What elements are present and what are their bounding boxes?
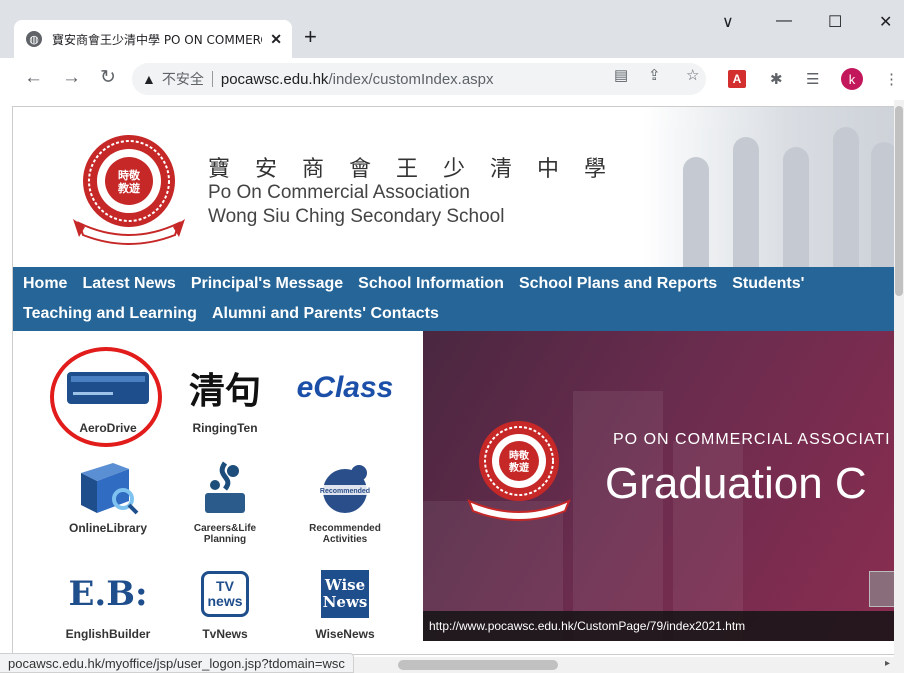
- nav-alumni-parents-contacts[interactable]: Alumni and Parents' Contacts: [212, 305, 439, 323]
- highlight-circle: [50, 347, 162, 447]
- quick-links-grid: AeroDrive 清句 RingingTen eClass OnlineLib…: [13, 331, 423, 654]
- app-label: Careers&Life Planning: [193, 523, 257, 545]
- extensions-puzzle-icon[interactable]: ✱: [770, 70, 783, 88]
- app-eclass[interactable]: eClass: [285, 357, 405, 457]
- graduation-banner[interactable]: 時敬 教遊 PO ON COMMERCIAL ASSOCIATI Graduat…: [423, 331, 894, 641]
- school-name-english-line2: Wong Siu Ching Secondary School: [208, 206, 505, 227]
- recommended-activities-icon: Recommended: [295, 457, 395, 519]
- nav-home[interactable]: Home: [23, 275, 67, 293]
- site-header: 時敬 教遊 寶 安 商 會 王 少 清 中 學 Po On Commercial…: [13, 107, 894, 267]
- school-logo[interactable]: 時敬 教遊: [71, 127, 187, 247]
- maximize-button[interactable]: ☐: [828, 12, 842, 32]
- header-students-photo: [643, 107, 894, 267]
- browser-toolbar: ← → ↻ ▲ 不安全 pocawsc.edu.hk/index/customI…: [0, 58, 904, 100]
- app-label: EnglishBuilder: [65, 627, 151, 641]
- omnibox-divider: [211, 71, 213, 87]
- banner-subtitle: PO ON COMMERCIAL ASSOCIATI: [613, 431, 891, 448]
- browser-tab[interactable]: ◍ 寶安商會王少清中學 PO ON COMMERCIAL ✕: [14, 20, 292, 58]
- app-label: OnlineLibrary: [68, 521, 148, 535]
- nav-school-information[interactable]: School Information: [358, 275, 504, 293]
- svg-text:教遊: 教遊: [508, 461, 529, 474]
- app-online-library[interactable]: OnlineLibrary: [48, 457, 168, 557]
- tab-strip: ◍ 寶安商會王少清中學 PO ON COMMERCIAL ✕ + ∨ — ☐ ✕: [0, 0, 904, 58]
- careers-icon: [175, 457, 275, 519]
- app-ringingten[interactable]: 清句 RingingTen: [165, 357, 285, 457]
- banner-school-logo: 時敬 教遊: [467, 421, 571, 521]
- bookmark-star-icon[interactable]: ☆: [686, 66, 699, 84]
- close-tab-icon[interactable]: ✕: [270, 31, 282, 48]
- page-viewport: 時敬 教遊 寶 安 商 會 王 少 清 中 學 Po On Commercial…: [0, 100, 904, 673]
- banner-title: Graduation C: [605, 459, 867, 508]
- nav-teaching-learning[interactable]: Teaching and Learning: [23, 305, 197, 323]
- tab-title: 寶安商會王少清中學 PO ON COMMERCIAL: [52, 32, 262, 47]
- english-builder-icon: E.B:: [68, 574, 148, 614]
- app-label: TvNews: [202, 627, 248, 641]
- svg-text:教遊: 教遊: [117, 181, 140, 195]
- nav-principals-message[interactable]: Principal's Message: [191, 275, 343, 293]
- svg-text:時敬: 時敬: [118, 168, 141, 182]
- main-navigation: Home Latest News Principal's Message Sch…: [13, 267, 894, 331]
- new-tab-button[interactable]: +: [304, 26, 317, 48]
- pdf-extension-icon[interactable]: A: [728, 70, 746, 88]
- app-english-builder[interactable]: E.B: EnglishBuilder: [48, 563, 168, 654]
- nav-latest-news[interactable]: Latest News: [82, 275, 175, 293]
- forward-button[interactable]: →: [62, 68, 81, 88]
- app-tvnews[interactable]: TV news TvNews: [165, 563, 285, 654]
- reading-list-icon[interactable]: ☰: [806, 70, 819, 88]
- warning-icon[interactable]: ▲: [142, 71, 156, 87]
- menu-kebab-icon[interactable]: ⋮: [884, 70, 899, 88]
- back-button[interactable]: ←: [24, 68, 43, 88]
- ringingten-icon: 清句: [188, 370, 261, 412]
- globe-icon: ◍: [26, 31, 42, 47]
- url-path: /index/customIndex.aspx: [328, 70, 494, 88]
- tvnews-icon: TV news: [175, 563, 275, 625]
- share-icon[interactable]: ⇪: [648, 66, 661, 84]
- close-window-button[interactable]: ✕: [879, 12, 892, 32]
- horizontal-scroll-thumb[interactable]: [398, 660, 558, 670]
- reload-button[interactable]: ↻: [100, 68, 116, 88]
- security-label[interactable]: 不安全: [162, 69, 204, 89]
- vertical-scroll-thumb[interactable]: [895, 106, 903, 296]
- app-label: WiseNews: [315, 627, 375, 641]
- app-wisenews[interactable]: Wise News WiseNews: [285, 563, 405, 654]
- profile-avatar[interactable]: k: [841, 68, 863, 90]
- school-name-english-line1: Po On Commercial Association: [208, 182, 470, 203]
- app-label: RingingTen: [192, 421, 258, 435]
- vertical-scrollbar[interactable]: [894, 100, 904, 657]
- banner-url-caption[interactable]: http://www.pocawsc.edu.hk/CustomPage/79/…: [423, 611, 894, 641]
- svg-text:時敬: 時敬: [509, 449, 530, 462]
- nav-students[interactable]: Students': [732, 275, 804, 293]
- school-name-chinese: 寶 安 商 會 王 少 清 中 學: [208, 157, 615, 182]
- tab-search-chevron-icon[interactable]: ∨: [722, 12, 734, 32]
- scroll-right-arrow-icon[interactable]: ▸: [885, 658, 890, 669]
- svg-text:Recommended: Recommended: [320, 488, 370, 495]
- nav-school-plans-reports[interactable]: School Plans and Reports: [519, 275, 717, 293]
- wisenews-icon: Wise News: [295, 563, 395, 625]
- url-text[interactable]: pocawsc.edu.hk/index/customIndex.aspx: [221, 71, 494, 88]
- url-host: pocawsc.edu.hk: [220, 70, 329, 88]
- app-label: Recommended Activities: [309, 523, 381, 545]
- nav-row-2: Teaching and Learning Alumni and Parents…: [23, 305, 454, 323]
- status-bar-link-preview: pocawsc.edu.hk/myoffice/jsp/user_logon.j…: [0, 653, 354, 673]
- minimize-button[interactable]: —: [776, 12, 792, 30]
- nav-row-1: Home Latest News Principal's Message Sch…: [23, 275, 819, 293]
- app-careers-life-planning[interactable]: Careers&Life Planning: [165, 457, 285, 557]
- app-recommended-activities[interactable]: Recommended Recommended Activities: [285, 457, 405, 557]
- eclass-icon: eClass: [296, 371, 394, 404]
- school-homepage: 時敬 教遊 寶 安 商 會 王 少 清 中 學 Po On Commercial…: [12, 106, 894, 655]
- banner-thumbnail[interactable]: [869, 571, 894, 607]
- translate-icon[interactable]: ▤: [614, 66, 628, 84]
- online-library-icon: [58, 457, 158, 519]
